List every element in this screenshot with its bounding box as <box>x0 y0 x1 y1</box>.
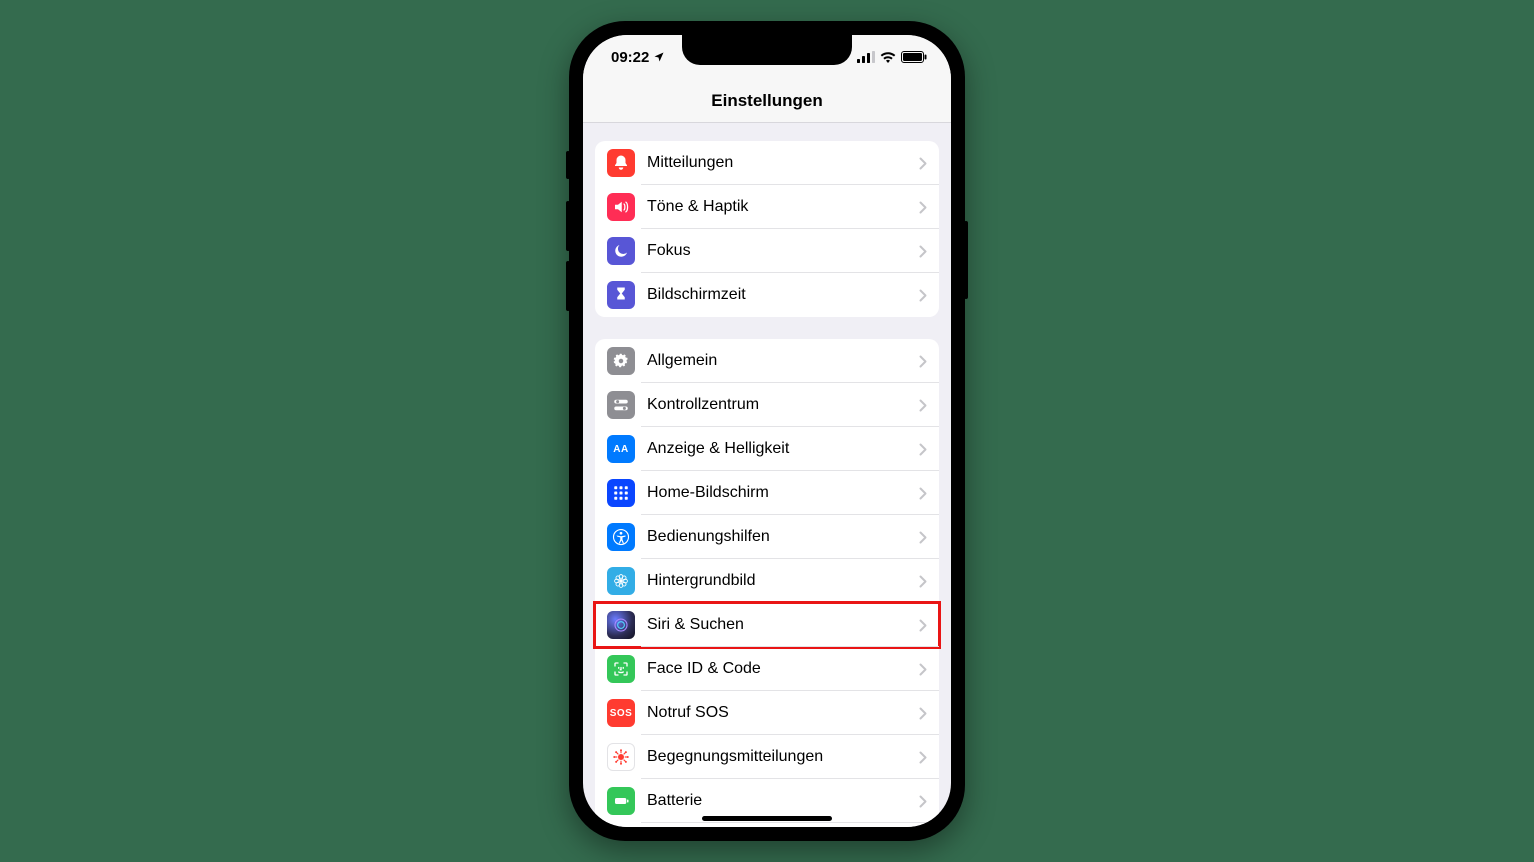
battery-icon <box>901 51 927 63</box>
gear-icon <box>607 347 635 375</box>
status-time: 09:22 <box>611 49 649 66</box>
home-indicator[interactable] <box>702 816 832 821</box>
location-icon <box>653 51 665 63</box>
settings-row-label: Kontrollzentrum <box>647 396 919 414</box>
settings-row-label: Home-Bildschirm <box>647 484 919 502</box>
settings-row-sounds[interactable]: Töne & Haptik <box>595 185 939 229</box>
settings-row-label: Mitteilungen <box>647 154 919 172</box>
settings-row-label: Allgemein <box>647 352 919 370</box>
chevron-right-icon <box>919 751 927 764</box>
settings-row-label: Bildschirmzeit <box>647 286 919 304</box>
text-aa-icon: AA <box>607 435 635 463</box>
screen: 09:22 <box>583 35 951 827</box>
chevron-right-icon <box>919 487 927 500</box>
chevron-right-icon <box>919 399 927 412</box>
hourglass-icon <box>607 281 635 309</box>
settings-row-sos[interactable]: SOS Notruf SOS <box>595 691 939 735</box>
settings-row-label: Siri & Suchen <box>647 616 919 634</box>
notch <box>682 35 852 65</box>
settings-row-siri[interactable]: Siri & Suchen <box>595 603 939 647</box>
volume-up-button <box>566 201 570 251</box>
chevron-right-icon <box>919 443 927 456</box>
power-button <box>964 221 968 299</box>
chevron-right-icon <box>919 707 927 720</box>
chevron-right-icon <box>919 663 927 676</box>
siri-icon <box>607 611 635 639</box>
settings-row-label: Bedienungshilfen <box>647 528 919 546</box>
settings-row-accessibility[interactable]: Bedienungshilfen <box>595 515 939 559</box>
settings-row-notifications[interactable]: Mitteilungen <box>595 141 939 185</box>
chevron-right-icon <box>919 619 927 632</box>
settings-row-label: Begegnungsmitteilungen <box>647 748 919 766</box>
chevron-right-icon <box>919 201 927 214</box>
settings-row-controlcenter[interactable]: Kontrollzentrum <box>595 383 939 427</box>
volume-down-button <box>566 261 570 311</box>
settings-row-general[interactable]: Allgemein <box>595 339 939 383</box>
wifi-icon <box>880 51 896 63</box>
navbar-title: Einstellungen <box>711 91 822 111</box>
settings-row-label: Hintergrundbild <box>647 572 919 590</box>
chevron-right-icon <box>919 575 927 588</box>
battery-icon <box>607 787 635 815</box>
chevron-right-icon <box>919 289 927 302</box>
settings-row-faceid[interactable]: Face ID & Code <box>595 647 939 691</box>
accessibility-icon <box>607 523 635 551</box>
settings-row-label: Notruf SOS <box>647 704 919 722</box>
grid-icon <box>607 479 635 507</box>
settings-content[interactable]: Mitteilungen Töne & Haptik Fokus Bildschirm… <box>583 123 951 827</box>
chevron-right-icon <box>919 355 927 368</box>
text-sos-icon: SOS <box>607 699 635 727</box>
settings-row-wallpaper[interactable]: Hintergrundbild <box>595 559 939 603</box>
bell-icon <box>607 149 635 177</box>
mute-switch <box>566 151 570 179</box>
switches-icon <box>607 391 635 419</box>
chevron-right-icon <box>919 795 927 808</box>
flower-icon <box>607 567 635 595</box>
status-left: 09:22 <box>611 49 665 66</box>
cellular-icon <box>857 51 875 63</box>
settings-row-label: Fokus <box>647 242 919 260</box>
settings-row-exposure[interactable]: Begegnungsmitteilungen <box>595 735 939 779</box>
settings-row-privacy[interactable]: Datenschutz <box>595 823 939 827</box>
chevron-right-icon <box>919 157 927 170</box>
faceid-icon <box>607 655 635 683</box>
settings-row-focus[interactable]: Fokus <box>595 229 939 273</box>
settings-group-notifications: Mitteilungen Töne & Haptik Fokus Bildschirm… <box>595 141 939 317</box>
settings-row-label: Face ID & Code <box>647 660 919 678</box>
speaker-icon <box>607 193 635 221</box>
settings-group-general: Allgemein Kontrollzentrum AA Anzeige & Hell… <box>595 339 939 827</box>
settings-row-label: Batterie <box>647 792 919 810</box>
virus-icon <box>607 743 635 771</box>
chevron-right-icon <box>919 531 927 544</box>
chevron-right-icon <box>919 245 927 258</box>
settings-row-display[interactable]: AA Anzeige & Helligkeit <box>595 427 939 471</box>
settings-row-homescreen[interactable]: Home-Bildschirm <box>595 471 939 515</box>
moon-icon <box>607 237 635 265</box>
status-right <box>857 51 927 63</box>
settings-row-screentime[interactable]: Bildschirmzeit <box>595 273 939 317</box>
settings-row-label: Anzeige & Helligkeit <box>647 440 919 458</box>
navbar: Einstellungen <box>583 79 951 123</box>
phone-device-frame: 09:22 <box>569 21 965 841</box>
settings-row-label: Töne & Haptik <box>647 198 919 216</box>
